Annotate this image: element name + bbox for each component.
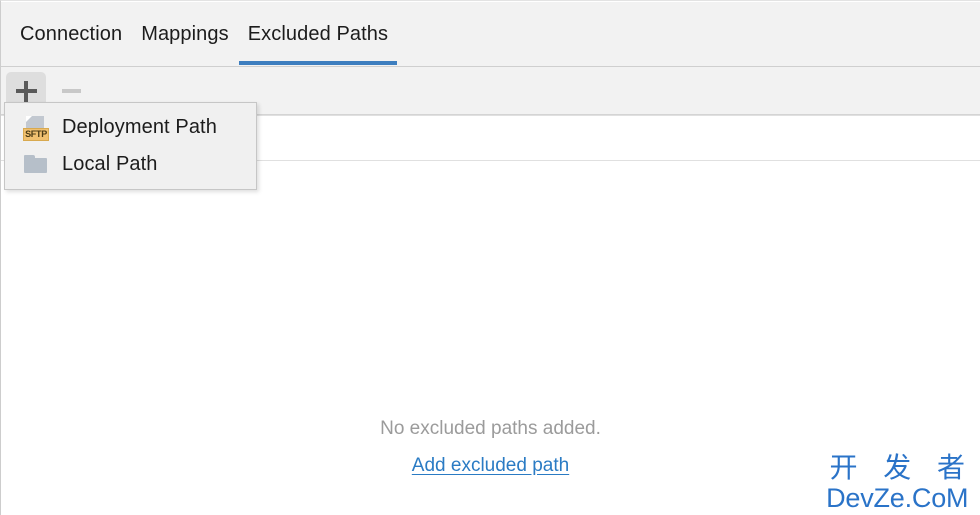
folder-body-shape [24, 157, 47, 173]
add-excluded-path-link[interactable]: Add excluded path [412, 455, 569, 477]
tab-underline-active [238, 61, 398, 65]
tab-connection-label: Connection [20, 22, 123, 45]
sftp-page-corner [26, 115, 32, 122]
tab-excluded-paths[interactable]: Excluded Paths [238, 2, 398, 66]
menu-item-deployment-path-label: Deployment Path [62, 116, 217, 138]
tab-mappings-label: Mappings [141, 22, 229, 45]
empty-state: No excluded paths added. Add excluded pa… [1, 415, 980, 477]
tab-list: Connection Mappings Excluded Paths [1, 2, 398, 66]
menu-item-local-path[interactable]: Local Path [5, 146, 256, 183]
sftp-deployment-icon: SFTP [23, 115, 49, 141]
plus-icon [15, 80, 37, 102]
menu-item-local-path-label: Local Path [62, 153, 158, 175]
folder-icon [23, 152, 49, 178]
minus-icon [61, 89, 81, 93]
tab-mappings[interactable]: Mappings [132, 2, 238, 66]
add-path-menu: SFTP Deployment Path Local Path [4, 102, 257, 190]
sftp-badge-label: SFTP [23, 127, 49, 141]
settings-panel: Connection Mappings Excluded Paths No ex… [0, 0, 980, 515]
menu-item-deployment-path[interactable]: SFTP Deployment Path [5, 109, 256, 146]
empty-state-message: No excluded paths added. [380, 418, 601, 439]
tab-excluded-paths-label: Excluded Paths [247, 22, 389, 45]
tab-connection[interactable]: Connection [11, 2, 131, 66]
tab-bar: Connection Mappings Excluded Paths [1, 2, 980, 67]
